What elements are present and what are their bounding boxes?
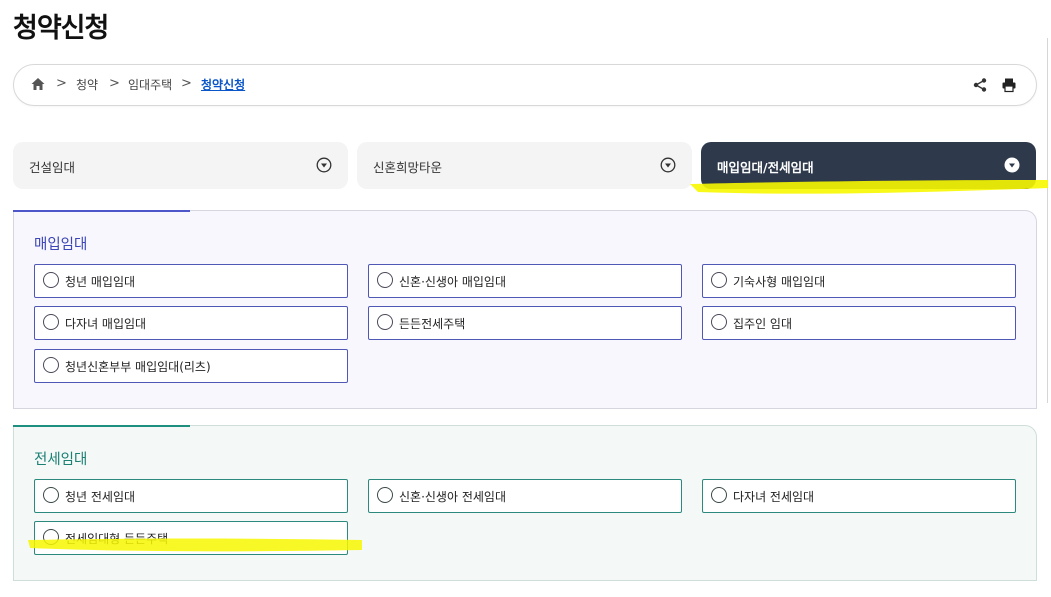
scrollbar-edge[interactable] (1047, 38, 1051, 403)
radio-label: 신혼·신생아 매입임대 (399, 275, 506, 289)
radio-label: 든든전세주택 (399, 317, 466, 331)
section-title: 전세임대 (34, 452, 88, 468)
radio-label: 청년 전세임대 (65, 490, 136, 504)
share-icon[interactable] (972, 77, 988, 93)
radio-option-dormitory-purchase[interactable]: 기숙사형 매입임대 (702, 264, 1016, 298)
breadcrumb-separator: > (56, 76, 67, 91)
radio-label: 기숙사형 매입임대 (733, 275, 826, 289)
section-jeonse-rental: 전세임대 청년 전세임대 신혼·신생아 전세임대 다자녀 전세임대 전세임대형 … (13, 425, 1037, 581)
chevron-down-circle-icon (316, 157, 332, 173)
radio-circle[interactable] (711, 272, 727, 288)
radio-option-multichild-purchase[interactable]: 다자녀 매입임대 (34, 306, 348, 340)
radio-circle[interactable] (43, 272, 59, 288)
section-title: 매입임대 (34, 237, 88, 253)
radio-option-newlywed-purchase[interactable]: 신혼·신생아 매입임대 (368, 264, 682, 298)
radio-label: 전세임대형 든든주택 (65, 532, 169, 546)
radio-label: 청년 매입임대 (65, 275, 136, 289)
breadcrumb-item-cheongyak[interactable]: 청약 (76, 76, 98, 93)
radio-circle[interactable] (377, 272, 393, 288)
breadcrumb-item-rental-housing[interactable]: 임대주택 (128, 76, 172, 93)
radio-circle[interactable] (711, 487, 727, 503)
radio-circle[interactable] (377, 487, 393, 503)
tab-label: 건설임대 (29, 160, 76, 175)
section-purchase-rental: 매입임대 청년 매입임대 신혼·신생아 매입임대 기숙사형 매입임대 다자녀 매… (13, 210, 1037, 409)
home-icon[interactable] (30, 76, 46, 92)
radio-label: 다자녀 전세임대 (733, 490, 815, 504)
radio-label: 집주인 임대 (733, 317, 793, 331)
tab-construction-rental[interactable]: 건설임대 (13, 142, 348, 189)
radio-circle[interactable] (43, 314, 59, 330)
radio-option-dundeun-jeonse[interactable]: 든든전세주택 (368, 306, 682, 340)
chevron-down-circle-icon (1004, 157, 1020, 173)
radio-circle[interactable] (377, 314, 393, 330)
section-accent-line (13, 425, 190, 427)
tab-label: 신혼희망타운 (373, 160, 443, 175)
breadcrumb-item-current[interactable]: 청약신청 (201, 76, 245, 93)
radio-label: 다자녀 매입임대 (65, 317, 147, 331)
radio-option-youth-jeonse[interactable]: 청년 전세임대 (34, 479, 348, 513)
radio-label: 청년신혼부부 매입임대(리츠) (65, 360, 211, 374)
radio-circle[interactable] (43, 357, 59, 373)
chevron-down-circle-icon (660, 157, 676, 173)
tab-label: 매입임대/전세임대 (717, 160, 814, 175)
radio-circle[interactable] (43, 529, 59, 545)
radio-option-jeonse-type-dundeun[interactable]: 전세임대형 든든주택 (34, 521, 348, 555)
page-title: 청약신청 (13, 13, 109, 44)
radio-option-youth-newlywed-reits[interactable]: 청년신혼부부 매입임대(리츠) (34, 349, 348, 383)
radio-option-multichild-jeonse[interactable]: 다자녀 전세임대 (702, 479, 1016, 513)
radio-circle[interactable] (43, 487, 59, 503)
radio-option-youth-purchase[interactable]: 청년 매입임대 (34, 264, 348, 298)
breadcrumb: > 청약 > 임대주택 > 청약신청 (13, 64, 1037, 106)
breadcrumb-separator: > (181, 76, 192, 91)
tab-newlywed-hope-town[interactable]: 신혼희망타운 (357, 142, 692, 189)
radio-option-landlord-rental[interactable]: 집주인 임대 (702, 306, 1016, 340)
radio-label: 신혼·신생아 전세임대 (399, 490, 506, 504)
tab-purchase-jeonse-rental[interactable]: 매입임대/전세임대 (701, 142, 1036, 189)
breadcrumb-separator: > (109, 76, 120, 91)
radio-circle[interactable] (711, 314, 727, 330)
radio-option-newlywed-jeonse[interactable]: 신혼·신생아 전세임대 (368, 479, 682, 513)
print-icon[interactable] (1001, 77, 1017, 93)
section-accent-line (13, 210, 190, 212)
